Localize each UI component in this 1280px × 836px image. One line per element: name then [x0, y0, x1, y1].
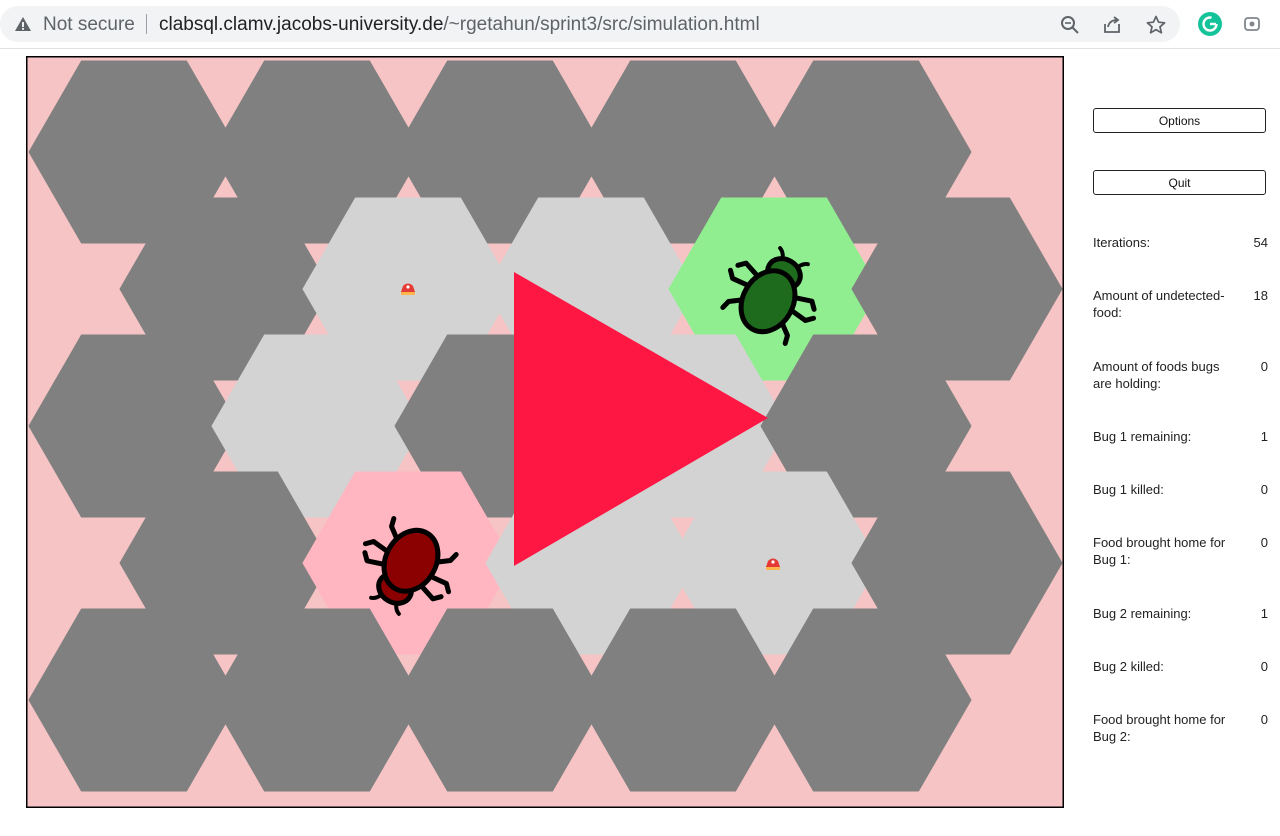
security-label[interactable]: Not secure	[43, 14, 135, 36]
share-icon[interactable]	[1102, 15, 1122, 35]
stat-label: Bug 2 remaining:	[1093, 606, 1192, 621]
stat-label: Amount of foods bugs are holding:	[1093, 359, 1220, 391]
quit-button[interactable]: Quit	[1093, 170, 1266, 195]
stat-value: 0	[1260, 659, 1268, 674]
stat-value: 0	[1260, 482, 1268, 497]
stat-value: 0	[1260, 535, 1268, 550]
stat-value: 18	[1253, 288, 1268, 303]
simulation-canvas[interactable]	[26, 56, 1064, 808]
stat-label: Amount of undetected-food:	[1093, 288, 1225, 320]
warning-icon[interactable]	[14, 15, 32, 33]
url-text[interactable]: clabsql.clamv.jacobs-university.de/~rget…	[159, 14, 760, 36]
extension-icon[interactable]	[1243, 15, 1261, 33]
options-button[interactable]: Options	[1093, 108, 1266, 133]
stat-label: Food brought home for Bug 2:	[1093, 712, 1226, 744]
stat-value: 0	[1260, 712, 1268, 727]
url-path: /~rgetahun/sprint3/src/simulation.html	[443, 14, 760, 35]
stat-value: 1	[1260, 606, 1268, 621]
stat-value: 0	[1260, 359, 1268, 374]
stat-label: Food brought home for Bug 1:	[1093, 535, 1226, 567]
stat-label: Bug 1 killed:	[1093, 482, 1164, 497]
stat-label: Iterations:	[1093, 235, 1151, 250]
stat-label: Bug 1 remaining:	[1093, 429, 1192, 444]
stat-label: Bug 2 killed:	[1093, 659, 1164, 674]
star-icon[interactable]	[1146, 15, 1166, 35]
zoom-icon[interactable]	[1060, 15, 1080, 35]
hex-map	[26, 56, 1064, 808]
address-bar[interactable]: Not secure clabsql.clamv.jacobs-universi…	[0, 6, 1180, 42]
browser-toolbar: Not secure clabsql.clamv.jacobs-universi…	[0, 0, 1280, 49]
url-host: clabsql.clamv.jacobs-university.de	[159, 14, 444, 35]
stat-value: 54	[1253, 235, 1268, 250]
grammarly-icon[interactable]	[1198, 12, 1222, 36]
divider	[146, 14, 147, 34]
stat-value: 1	[1260, 429, 1268, 444]
